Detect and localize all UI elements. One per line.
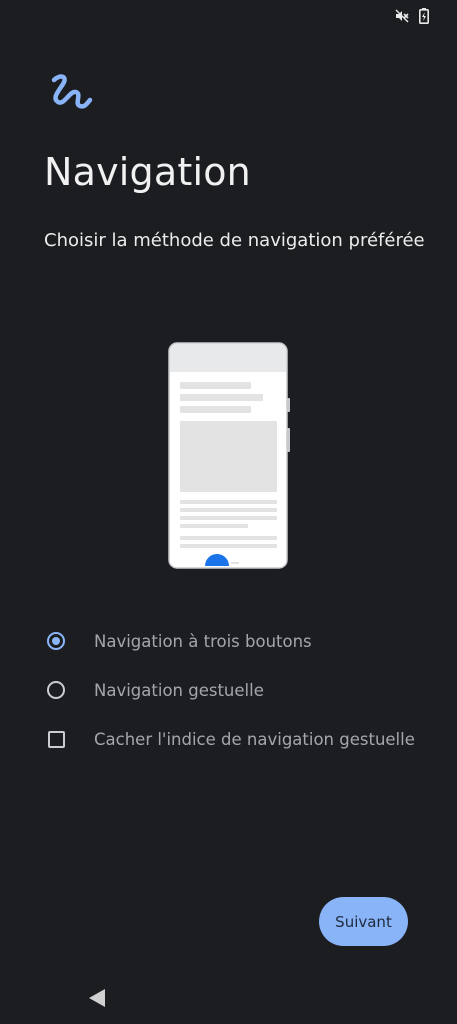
radio-unselected-icon — [47, 681, 65, 699]
swirl-logo-icon — [48, 72, 94, 114]
radio-selected-icon — [47, 632, 65, 650]
checkbox-unchecked-icon — [47, 730, 65, 748]
page-subtitle: Choisir la méthode de navigation préféré… — [44, 230, 425, 251]
option-label: Navigation gestuelle — [94, 680, 264, 700]
checkbox[interactable] — [40, 723, 72, 755]
radio-button-unchecked[interactable] — [40, 674, 72, 706]
back-triangle-icon[interactable] — [88, 988, 108, 1008]
page-title: Navigation — [44, 150, 251, 194]
option-label: Cacher l'indice de navigation gestuelle — [94, 729, 415, 749]
next-button[interactable]: Suivant — [319, 897, 408, 946]
mute-icon — [395, 9, 409, 23]
phone-illustration — [165, 340, 295, 572]
battery-charging-icon — [419, 8, 429, 24]
option-label: Navigation à trois boutons — [94, 631, 312, 651]
radio-button-checked[interactable] — [40, 625, 72, 657]
option-gesture-navigation[interactable]: Navigation gestuelle — [40, 670, 430, 710]
option-three-button-navigation[interactable]: Navigation à trois boutons — [40, 621, 430, 661]
status-bar — [395, 6, 429, 26]
option-hide-gesture-hint[interactable]: Cacher l'indice de navigation gestuelle — [40, 719, 430, 759]
